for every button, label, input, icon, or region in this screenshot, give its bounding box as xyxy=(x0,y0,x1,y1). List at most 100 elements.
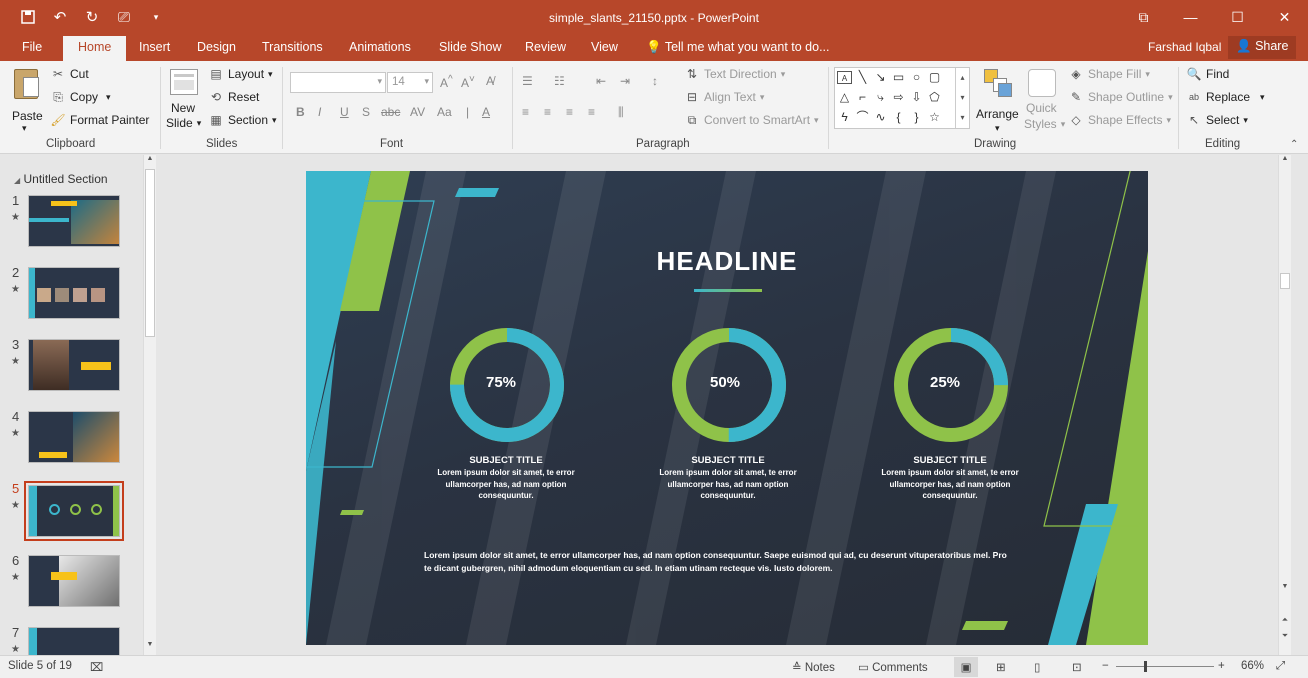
font-color-icon[interactable]: | xyxy=(466,105,469,119)
next-slide-icon[interactable]: ⏷ xyxy=(1279,631,1291,643)
align-right-icon[interactable]: ≡ xyxy=(566,105,573,119)
justify-icon[interactable]: ≡ xyxy=(588,105,595,119)
minimize-icon[interactable]: — xyxy=(1167,0,1214,34)
decrease-indent-icon[interactable]: ⇤ xyxy=(596,74,606,88)
rounded-rect-shape-icon[interactable]: ▢ xyxy=(927,71,942,84)
copy-button[interactable]: ⎘ Copy ▾ xyxy=(50,90,110,104)
down-arrow-shape-icon[interactable]: ⇩ xyxy=(909,91,924,104)
columns-icon[interactable]: ⫼ xyxy=(618,105,624,120)
slide-thumbnail-3[interactable] xyxy=(28,339,120,391)
scroll-thumb[interactable] xyxy=(1280,273,1290,289)
notes-button[interactable]: ≙ Notes xyxy=(792,660,835,674)
select-button[interactable]: ↖ Select ▾ xyxy=(1186,113,1248,127)
find-button[interactable]: 🔍 Find xyxy=(1186,67,1230,81)
subject-text-2[interactable]: Lorem ipsum dolor sit amet, te error ull… xyxy=(653,467,803,502)
right-arrow-shape-icon[interactable]: ⇨ xyxy=(891,91,906,104)
user-name[interactable]: Farshad Iqbal xyxy=(1148,40,1221,54)
gallery-scroll[interactable]: ▴ ▾ ▾ xyxy=(955,68,969,128)
zoom-level[interactable]: 66% xyxy=(1241,660,1264,672)
convert-smartart-button[interactable]: ⧉ Convert to SmartArt ▾ xyxy=(684,113,819,127)
scroll-thumb[interactable] xyxy=(145,169,155,337)
tab-design[interactable]: Design xyxy=(197,40,236,54)
comments-button[interactable]: ▭ Comments xyxy=(858,660,928,674)
arc-shape-icon[interactable]: ⌒ xyxy=(855,111,870,124)
fit-slide-icon[interactable]: ⤢ xyxy=(1276,660,1285,673)
paste-button[interactable]: Paste ▾ xyxy=(10,67,44,137)
brace-left-shape-icon[interactable]: { xyxy=(891,111,906,124)
layout-button[interactable]: ▤ Layout ▾ xyxy=(208,67,272,81)
new-slide-button[interactable]: New Slide ▾ xyxy=(166,67,202,137)
italic-icon[interactable]: I xyxy=(318,105,321,119)
close-icon[interactable]: ✕ xyxy=(1261,0,1308,34)
increase-indent-icon[interactable]: ⇥ xyxy=(620,74,630,88)
shape-effects-button[interactable]: ◇ Shape Effects ▾ xyxy=(1068,113,1171,127)
slide-thumbnail-4[interactable] xyxy=(28,411,120,463)
bold-icon[interactable]: B xyxy=(296,105,305,119)
callout-shape-icon[interactable]: ⬠ xyxy=(927,91,942,104)
text-direction-button[interactable]: ⇅ Text Direction ▾ xyxy=(684,67,785,81)
underline-icon[interactable]: U xyxy=(340,105,349,119)
slide-body-text[interactable]: Lorem ipsum dolor sit amet, te error ull… xyxy=(424,549,1014,574)
slide-thumbnail-7[interactable] xyxy=(28,627,120,655)
line-shape-icon[interactable]: ╲ xyxy=(855,71,870,84)
slideshow-view-icon[interactable]: ⊡ xyxy=(1072,660,1082,674)
format-painter-button[interactable]: 🖌 Format Painter xyxy=(50,113,149,127)
scroll-up-icon[interactable]: ▲ xyxy=(144,155,156,167)
tab-slide-show[interactable]: Slide Show xyxy=(439,40,502,54)
align-left-icon[interactable]: ≡ xyxy=(522,105,529,119)
ribbon-display-options-icon[interactable]: ⧉ xyxy=(1120,0,1167,34)
strikethrough-icon[interactable]: abc xyxy=(381,105,400,119)
zoom-slider[interactable] xyxy=(1116,666,1214,667)
tell-me-box[interactable]: 💡 Tell me what you want to do... xyxy=(646,40,830,55)
slide-thumbnail-2[interactable] xyxy=(28,267,120,319)
subject-title-1[interactable]: SUBJECT TITLE xyxy=(431,455,581,466)
subject-text-1[interactable]: Lorem ipsum dolor sit amet, te error ull… xyxy=(431,467,581,502)
numbering-icon[interactable]: ☷ xyxy=(554,74,565,88)
clear-formatting-icon[interactable]: A̸ xyxy=(486,74,494,88)
change-case-icon[interactable]: Aa xyxy=(437,105,452,119)
shadow-icon[interactable]: S xyxy=(362,105,370,119)
slide-headline[interactable]: HEADLINE xyxy=(306,246,1148,277)
line-spacing-icon[interactable]: ↕ xyxy=(652,74,658,88)
align-center-icon[interactable]: ≡ xyxy=(544,105,551,119)
align-text-button[interactable]: ⊟ Align Text ▾ xyxy=(684,90,764,104)
zoom-slider-thumb[interactable] xyxy=(1144,661,1147,672)
elbow-connector-shape-icon[interactable]: ⌐ xyxy=(855,91,870,104)
rectangle-shape-icon[interactable]: ▭ xyxy=(891,71,906,84)
slide-thumbnail-1[interactable] xyxy=(28,195,120,247)
font-size-box[interactable]: 14 ▾ xyxy=(387,72,433,93)
triangle-shape-icon[interactable]: △ xyxy=(837,91,852,104)
reset-button[interactable]: ⟲ Reset xyxy=(208,90,259,104)
tab-insert[interactable]: Insert xyxy=(139,40,170,54)
normal-view-icon[interactable]: ▣ xyxy=(954,657,978,677)
cut-button[interactable]: ✂ Cut xyxy=(50,67,89,81)
font-color-a-icon[interactable]: A xyxy=(482,105,490,119)
section-button[interactable]: ▦ Section ▾ xyxy=(208,113,276,127)
reading-view-icon[interactable]: ▯ xyxy=(1034,660,1040,674)
zoom-in-icon[interactable]: + xyxy=(1218,660,1225,672)
scroll-up-icon[interactable]: ▲ xyxy=(1279,155,1291,167)
slide-thumbnail-5[interactable] xyxy=(24,481,124,541)
editor-scrollbar[interactable]: ▲ ▼ ⏶ ⏷ xyxy=(1278,155,1291,655)
subject-title-3[interactable]: SUBJECT TITLE xyxy=(875,455,1025,466)
scroll-down-icon[interactable]: ▼ xyxy=(1279,583,1291,595)
curve-shape-icon[interactable]: ∿ xyxy=(873,111,888,124)
tab-transitions[interactable]: Transitions xyxy=(262,40,323,54)
tab-animations[interactable]: Animations xyxy=(349,40,411,54)
shape-fill-button[interactable]: ◈ Shape Fill ▾ xyxy=(1068,67,1150,81)
shapes-gallery[interactable]: A ╲ ↘ ▭ ○ ▢ △ ⌐ ⤷ ⇨ ⇩ ⬠ ϟ ⌒ ∿ { } ☆ ▴ ▾ ▾ xyxy=(834,67,970,129)
collapse-ribbon-icon[interactable]: ⌃ xyxy=(1290,139,1298,150)
subject-title-2[interactable]: SUBJECT TITLE xyxy=(653,455,803,466)
slide-sorter-icon[interactable]: ⊞ xyxy=(996,660,1006,674)
tab-view[interactable]: View xyxy=(591,40,618,54)
elbow-arrow-shape-icon[interactable]: ⤷ xyxy=(873,91,888,104)
spellcheck-icon[interactable]: ⌧ xyxy=(90,660,103,674)
slide-canvas[interactable]: HEADLINE 75% 50% 25% SUBJECT TITLE Lorem… xyxy=(306,171,1148,645)
bullets-icon[interactable]: ☰ xyxy=(522,74,533,88)
subject-text-3[interactable]: Lorem ipsum dolor sit amet, te error ull… xyxy=(875,467,1025,502)
star-shape-icon[interactable]: ☆ xyxy=(927,111,942,124)
share-button[interactable]: 👤 Share xyxy=(1228,36,1297,59)
slide-thumbnail-6[interactable] xyxy=(28,555,120,607)
scroll-down-icon[interactable]: ▼ xyxy=(144,641,156,653)
tab-review[interactable]: Review xyxy=(525,40,566,54)
